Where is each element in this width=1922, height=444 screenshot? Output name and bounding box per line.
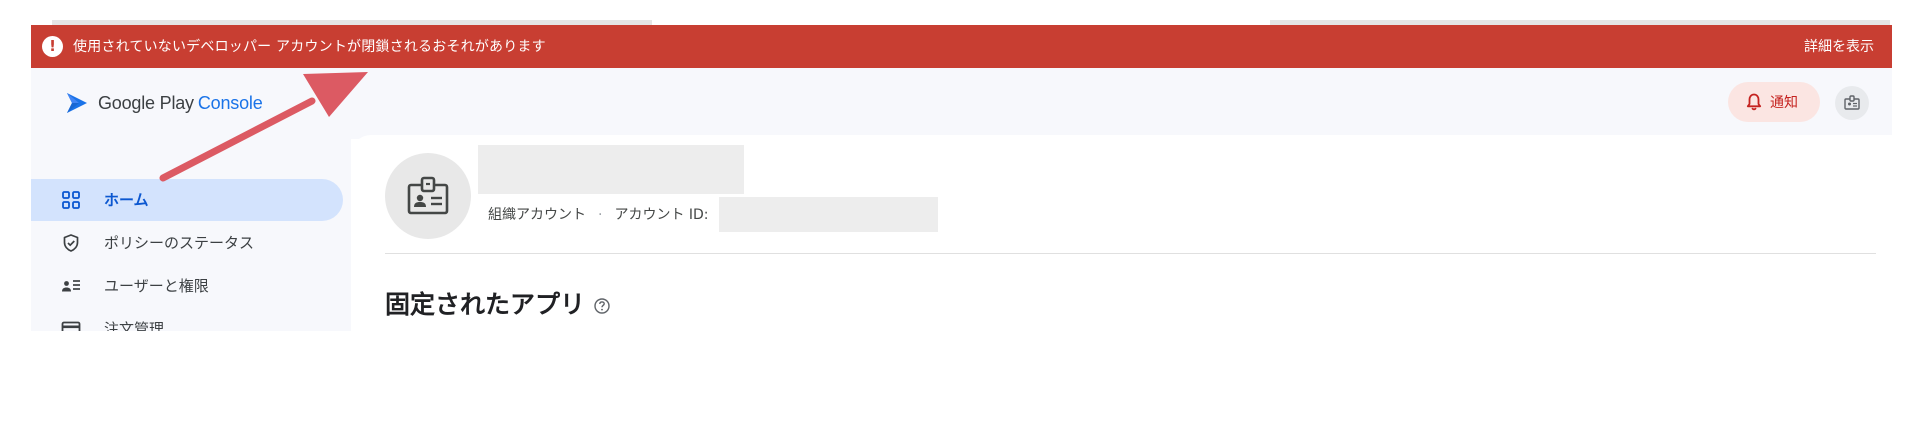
browser-top-strip: [0, 0, 1922, 25]
account-switcher-button[interactable]: [1835, 86, 1869, 120]
logo-text-console: Console: [197, 92, 263, 113]
play-logo-icon: [67, 93, 87, 113]
google-play-console-logo[interactable]: Google Play Console: [64, 90, 263, 116]
account-id-redacted: [719, 197, 938, 232]
account-info: 組織アカウント · アカウント ID:: [488, 205, 709, 225]
banner-message: 使用されていないデベロッパー アカウントが閉鎖されるおそれがあります: [73, 39, 546, 55]
developer-badge-icon: [1844, 95, 1860, 110]
app-header: Google Play Console 通知: [31, 68, 1892, 139]
account-id-label: アカウント ID:: [614, 207, 709, 223]
show-details-link[interactable]: 詳細を表示: [1804, 37, 1874, 57]
account-name-redacted: [478, 145, 744, 194]
pinned-apps-title: 固定されたアプリ: [385, 290, 586, 319]
separator-dot: ·: [598, 207, 603, 223]
bell-icon: [1746, 93, 1762, 111]
sidebar-item-label: ポリシーのステータス: [104, 234, 255, 252]
user-list-icon: [62, 280, 80, 292]
logo-text-main: Google Play: [98, 92, 194, 113]
sidebar-item-home[interactable]: ホーム: [31, 179, 343, 221]
account-type: 組織アカウント: [488, 207, 586, 223]
developer-account-avatar: [385, 153, 471, 239]
sidebar-item-label: 注文管理: [104, 320, 165, 331]
sidebar-item-users-permissions[interactable]: ユーザーと権限: [31, 265, 343, 307]
warning-banner: ! 使用されていないデベロッパー アカウントが閉鎖されるおそれがあります 詳細を…: [31, 25, 1892, 68]
sidebar-item-policy-status[interactable]: ポリシーのステータス: [31, 222, 343, 264]
sidebar-item-label: ホーム: [104, 191, 149, 209]
main-content: 組織アカウント · アカウント ID: 固定されたアプリ: [351, 135, 1892, 331]
sidebar-item-order-management[interactable]: 注文管理: [31, 308, 343, 331]
pinned-apps-heading: 固定されたアプリ: [385, 285, 611, 321]
sidebar-item-label: ユーザーと権限: [104, 277, 209, 295]
exclamation-icon: !: [42, 36, 63, 57]
notifications-label: 通知: [1770, 95, 1798, 111]
shield-check-icon: [63, 234, 79, 252]
developer-badge-icon: [407, 176, 449, 215]
help-icon[interactable]: [593, 297, 611, 315]
credit-card-icon: [61, 321, 81, 331]
play-console-window: ! 使用されていないデベロッパー アカウントが閉鎖されるおそれがあります 詳細を…: [31, 25, 1892, 331]
section-divider: [385, 253, 1876, 254]
notifications-button[interactable]: 通知: [1728, 82, 1820, 122]
dashboard-icon: [62, 191, 80, 209]
sidebar-nav: ホーム ポリシーのステータス ユーザーと権限 注文管理: [31, 139, 351, 331]
